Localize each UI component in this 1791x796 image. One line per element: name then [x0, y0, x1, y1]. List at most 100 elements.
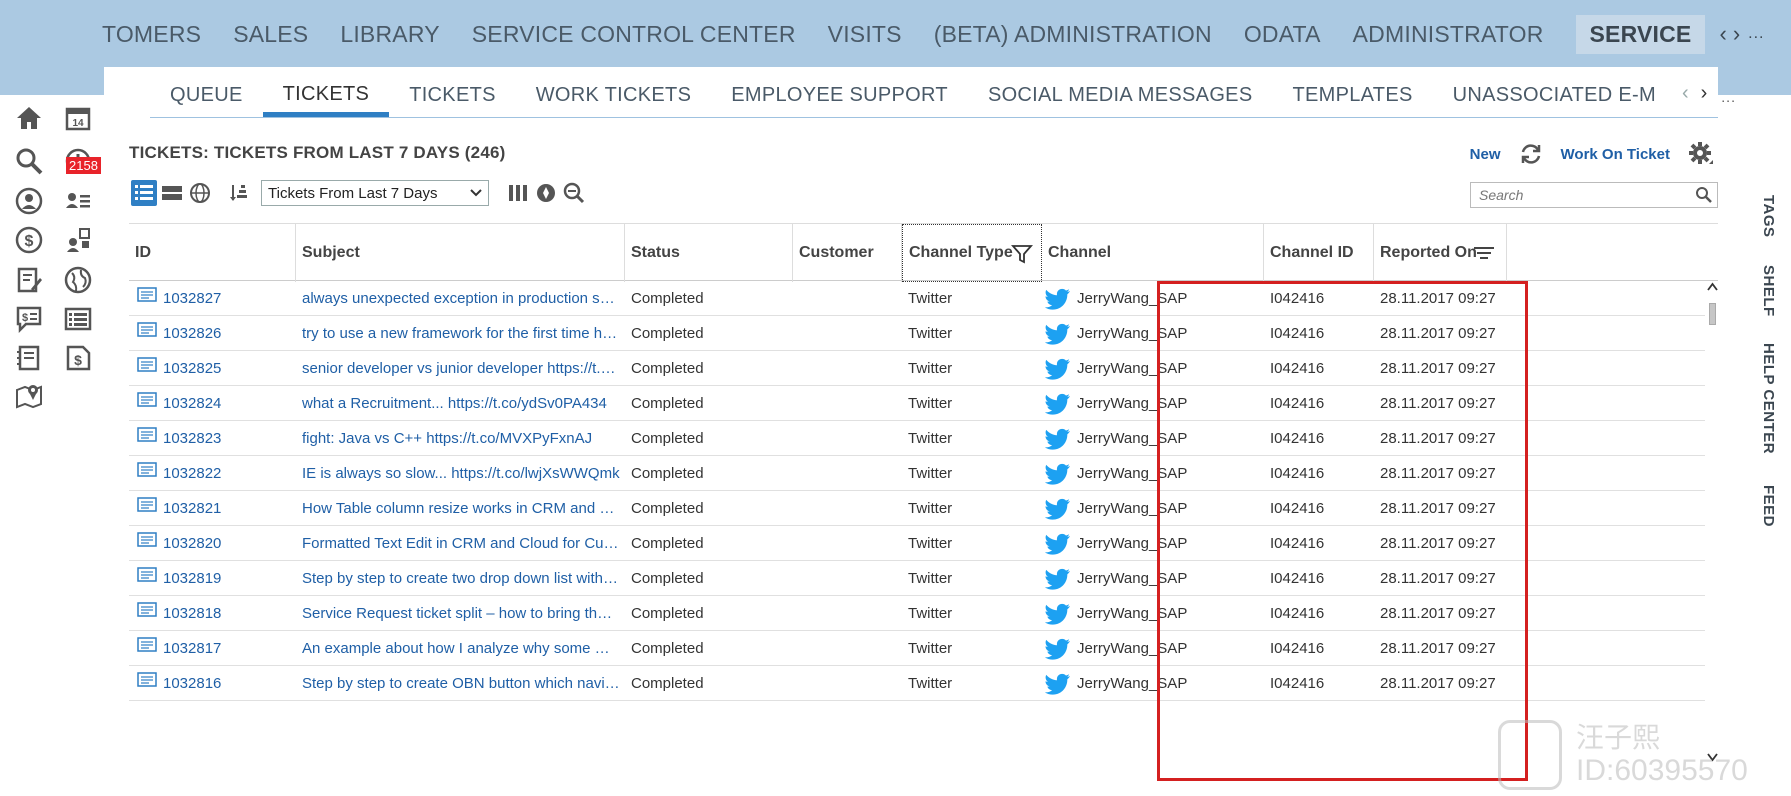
- refresh-icon[interactable]: [1519, 142, 1543, 166]
- cell-id[interactable]: 1032822: [163, 456, 296, 491]
- tab-tickets-2[interactable]: TICKETS: [389, 67, 516, 117]
- cell-subject[interactable]: Step by step to create OBN button which …: [302, 666, 620, 701]
- cell-subject[interactable]: fight: Java vs C++ https://t.co/MVXPyFxn…: [302, 421, 620, 456]
- search-input[interactable]: Search: [1470, 182, 1718, 208]
- zoom-out-button[interactable]: [561, 180, 587, 206]
- dollar-icon[interactable]: $: [12, 223, 46, 257]
- column-header-channel-id[interactable]: Channel ID: [1264, 224, 1374, 282]
- cell-id[interactable]: 1032816: [163, 666, 296, 701]
- cell-subject[interactable]: An example about how I analyze why some …: [302, 631, 620, 666]
- side-tab-help-center[interactable]: HELP CENTER: [1760, 343, 1777, 454]
- column-header-channel[interactable]: Channel: [1042, 224, 1264, 282]
- tab-templates[interactable]: TEMPLATES: [1272, 67, 1432, 117]
- map-view-button[interactable]: [187, 180, 213, 206]
- column-header-id[interactable]: ID: [129, 224, 296, 282]
- price-message-icon[interactable]: $: [12, 302, 46, 336]
- table-scrollbar[interactable]: [1707, 281, 1718, 765]
- cell-subject[interactable]: Service Request ticket split – how to br…: [302, 596, 620, 631]
- more-icon[interactable]: ...: [1713, 67, 1740, 117]
- tab-employee-support[interactable]: EMPLOYEE SUPPORT: [711, 67, 968, 117]
- cell-subject[interactable]: Step by step to create two drop down lis…: [302, 561, 620, 596]
- invoice-icon[interactable]: $: [61, 341, 95, 375]
- notebook-icon[interactable]: [12, 341, 46, 375]
- chevron-right-icon[interactable]: ›: [1733, 21, 1740, 47]
- ticket-row-icon[interactable]: [137, 567, 157, 583]
- compact-view-button[interactable]: [159, 180, 185, 206]
- map-pin-icon[interactable]: [12, 378, 46, 412]
- search-icon[interactable]: [12, 144, 46, 178]
- ticket-row-icon[interactable]: [137, 462, 157, 478]
- top-nav-item-service[interactable]: SERVICE: [1575, 14, 1706, 54]
- filter-icon[interactable]: [1011, 243, 1033, 265]
- cell-subject[interactable]: always unexpected exception in productio…: [302, 281, 620, 316]
- scroll-up-icon[interactable]: [1707, 281, 1718, 293]
- column-header-reported-on[interactable]: Reported On: [1374, 224, 1507, 282]
- ticket-row-icon[interactable]: [137, 287, 157, 303]
- top-nav-item-library[interactable]: LIBRARY: [340, 21, 439, 48]
- sort-button[interactable]: [227, 180, 253, 206]
- chevron-left-icon[interactable]: ‹: [1676, 67, 1695, 117]
- contact-icon[interactable]: [12, 184, 46, 218]
- home-icon[interactable]: [12, 101, 46, 135]
- sort-desc-icon[interactable]: [1474, 246, 1494, 260]
- work-on-ticket-button[interactable]: Work On Ticket: [1561, 146, 1670, 163]
- cell-id[interactable]: 1032821: [163, 491, 296, 526]
- ticket-row-icon[interactable]: [137, 497, 157, 513]
- top-nav-item-visits[interactable]: VISITS: [828, 21, 902, 48]
- ticket-row-icon[interactable]: [137, 637, 157, 653]
- cell-id[interactable]: 1032827: [163, 281, 296, 316]
- scrollbar-thumb[interactable]: [1709, 303, 1716, 325]
- people-list-icon[interactable]: [61, 184, 95, 218]
- cell-subject[interactable]: IE is always so slow... https://t.co/lwj…: [302, 456, 620, 491]
- tab-social-media-messages[interactable]: SOCIAL MEDIA MESSAGES: [968, 67, 1273, 117]
- cell-subject[interactable]: what a Recruitment... https://t.co/ydSv0…: [302, 386, 620, 421]
- ticket-row-icon[interactable]: [137, 672, 157, 688]
- cell-id[interactable]: 1032820: [163, 526, 296, 561]
- hierarchy-icon[interactable]: [61, 223, 95, 257]
- chevron-left-icon[interactable]: ‹: [1719, 21, 1726, 47]
- ticket-row-icon[interactable]: [137, 427, 157, 443]
- more-icon[interactable]: ...: [1748, 25, 1764, 43]
- top-nav-item-customers[interactable]: TOMERS: [102, 21, 201, 48]
- side-tab-feed[interactable]: FEED: [1760, 485, 1777, 527]
- reset-filter-button[interactable]: [533, 180, 559, 206]
- side-tab-shelf[interactable]: SHELF: [1760, 265, 1777, 317]
- ticket-row-icon[interactable]: [137, 602, 157, 618]
- top-nav-item-beta-administration[interactable]: (BETA) ADMINISTRATION: [934, 21, 1212, 48]
- cell-id[interactable]: 1032817: [163, 631, 296, 666]
- cell-id[interactable]: 1032819: [163, 561, 296, 596]
- column-header-channel-type[interactable]: Channel Type: [902, 224, 1042, 282]
- edit-document-icon[interactable]: [12, 263, 46, 297]
- ticket-row-icon[interactable]: [137, 357, 157, 373]
- top-nav-item-sales[interactable]: SALES: [233, 21, 308, 48]
- cell-id[interactable]: 1032825: [163, 351, 296, 386]
- tab-unassociated-emails[interactable]: UNASSOCIATED E-M: [1433, 67, 1676, 117]
- cell-id[interactable]: 1032824: [163, 386, 296, 421]
- side-tab-tags[interactable]: TAGS: [1760, 195, 1777, 238]
- chevron-right-icon[interactable]: ›: [1695, 67, 1714, 117]
- list-view-button[interactable]: [131, 180, 157, 206]
- ticket-row-icon[interactable]: [137, 322, 157, 338]
- list-icon[interactable]: [61, 302, 95, 336]
- cell-subject[interactable]: senior developer vs junior developer htt…: [302, 351, 620, 386]
- columns-button[interactable]: [505, 180, 531, 206]
- cell-subject[interactable]: try to use a new framework for the first…: [302, 316, 620, 351]
- tab-tickets[interactable]: TICKETS: [262, 67, 390, 117]
- cell-id[interactable]: 1032818: [163, 596, 296, 631]
- search-icon[interactable]: [1695, 186, 1713, 204]
- cell-subject[interactable]: Formatted Text Edit in CRM and Cloud for…: [302, 526, 620, 561]
- new-button[interactable]: New: [1470, 146, 1501, 163]
- top-nav-item-odata[interactable]: ODATA: [1244, 21, 1321, 48]
- calendar-icon[interactable]: 14: [61, 101, 95, 135]
- column-header-subject[interactable]: Subject: [296, 224, 625, 282]
- ticket-row-icon[interactable]: [137, 532, 157, 548]
- top-nav-item-administrator[interactable]: ADMINISTRATOR: [1353, 21, 1544, 48]
- cell-id[interactable]: 1032826: [163, 316, 296, 351]
- ticket-row-icon[interactable]: [137, 392, 157, 408]
- cell-id[interactable]: 1032823: [163, 421, 296, 456]
- query-select[interactable]: Tickets From Last 7 Days: [261, 180, 489, 206]
- column-header-status[interactable]: Status: [625, 224, 793, 282]
- top-nav-item-service-control-center[interactable]: SERVICE CONTROL CENTER: [472, 21, 796, 48]
- cell-subject[interactable]: How Table column resize works in CRM and…: [302, 491, 620, 526]
- tab-work-tickets[interactable]: WORK TICKETS: [516, 67, 711, 117]
